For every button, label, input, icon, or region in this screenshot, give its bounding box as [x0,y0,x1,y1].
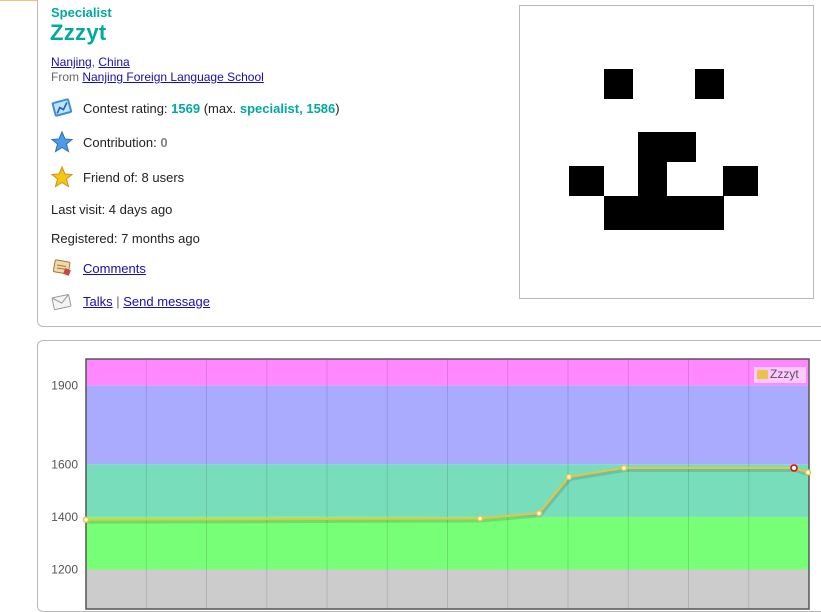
data-point [535,509,543,517]
comments-icon [51,257,73,279]
avatar[interactable] [519,5,814,299]
send-message-link[interactable]: Send message [123,294,210,309]
max-rating-value: 1586 [306,100,336,116]
friend-of-text: Friend of: 8 users [83,169,185,185]
organization-link[interactable]: Nanjing Foreign Language School [82,70,263,84]
contest-rating-label: Contest rating: [83,100,168,116]
star-gold-icon [50,165,74,188]
data-point [620,464,628,472]
user-organization: From Nanjing Foreign Language School [51,70,264,84]
comments-link[interactable]: Comments [83,261,146,276]
contribution-row: Contribution: 0 [50,130,168,153]
envelope-icon [51,290,73,312]
y-tick-label: 1200 [51,563,78,577]
last-visit-text: Last visit: 4 days ago [51,202,173,217]
y-tick-label: 1900 [51,378,78,392]
data-point [804,469,812,476]
y-tick-label: 1600 [51,457,78,471]
from-label: From [51,70,79,84]
talks-row: Talks | Send message [51,290,210,312]
max-prefix: (max. [203,100,237,116]
contribution-label: Contribution: [83,134,157,150]
contest-rating-value: 1569 [171,100,201,116]
talks-separator: | [116,293,120,309]
data-point [476,515,484,522]
last-visit-row: Last visit: 4 days ago [51,202,172,217]
rating-chart[interactable]: 1200 1400 1600 1900 Zzzyt [38,341,821,611]
registered-row: Registered: 7 months ago [51,231,200,246]
star-blue-icon [50,130,74,153]
country-link[interactable]: China [98,55,129,69]
max-rank: specialist, [239,100,303,116]
legend-swatch [756,369,769,380]
contribution-value: 0 [160,134,168,150]
max-suffix: ) [335,100,340,116]
comments-row: Comments [51,257,146,279]
avatar-identicon [569,69,758,230]
city-link[interactable]: Nanjing [51,55,92,69]
legend-label: Zzzyt [770,367,799,381]
user-handle: Zzzyt [50,20,107,45]
user-location: Nanjing, China [51,55,130,69]
contest-rating-row: Contest rating: 1569 (max. specialist, 1… [51,97,340,119]
user-rank: Specialist [51,5,112,20]
rating-chart-card: 1200 1400 1600 1900 Zzzyt [37,340,821,612]
data-point [565,473,573,481]
data-point [82,516,90,524]
y-tick-label: 1400 [51,510,78,524]
friends-row: Friend of: 8 users [50,165,185,188]
rating-chart-icon [51,97,73,119]
max-rating-point [790,464,798,472]
talks-link[interactable]: Talks [83,294,113,309]
registered-text: Registered: 7 months ago [51,231,200,246]
